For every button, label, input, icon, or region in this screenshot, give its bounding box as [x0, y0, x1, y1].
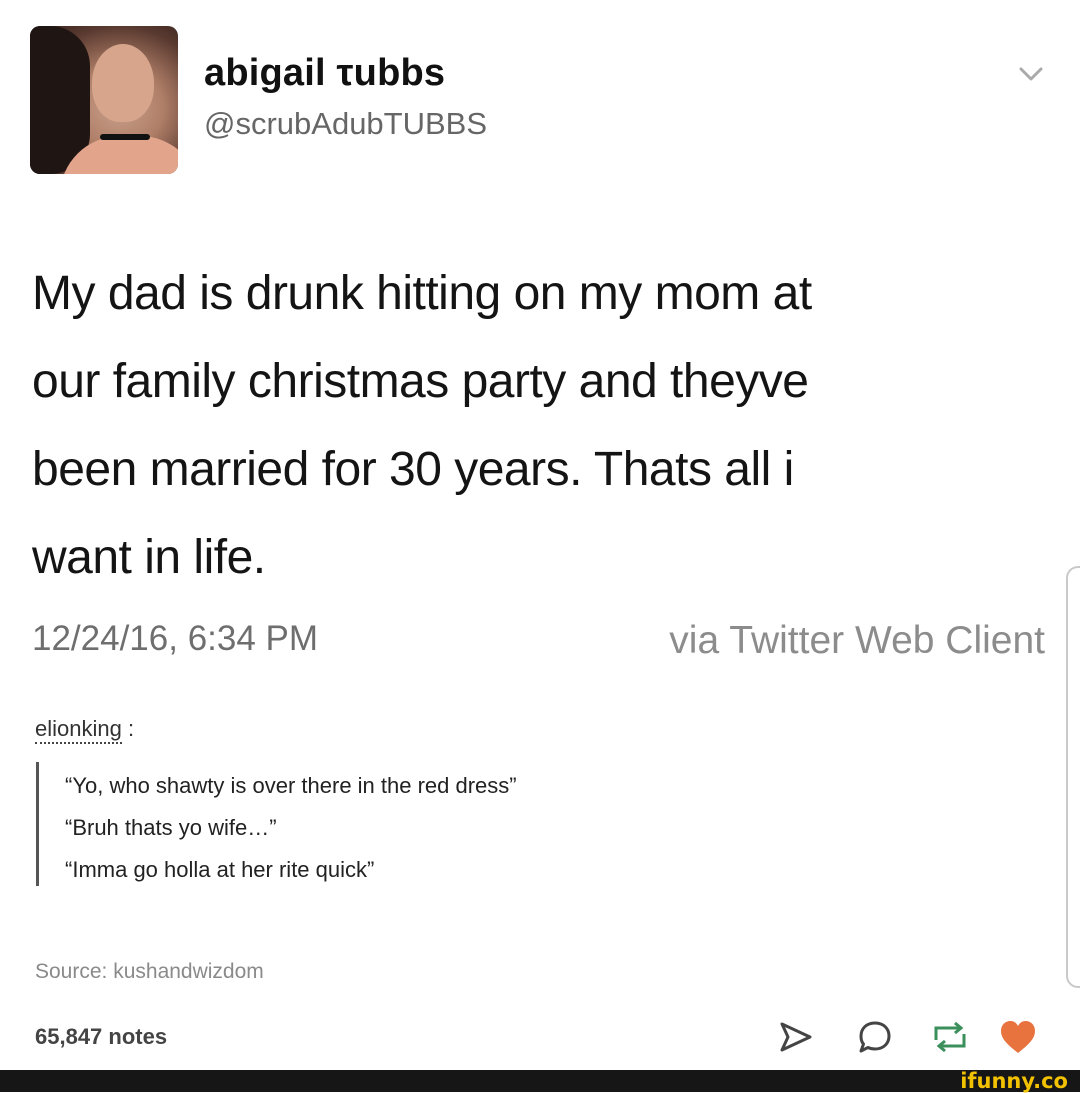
ifunny-watermark: ifunny.co	[960, 1069, 1068, 1093]
avatar-face	[92, 44, 154, 122]
quote-line: “Imma go holla at her rite quick”	[65, 857, 375, 882]
heart-icon[interactable]	[998, 1018, 1038, 1056]
reblog-icon[interactable]	[930, 1018, 970, 1056]
tweet-text-line: My dad is drunk hitting on my mom at	[32, 267, 812, 320]
tweet-text-line: our family christmas party and theyve	[32, 355, 809, 408]
display-name[interactable]: abigail τubbs	[204, 52, 445, 95]
user-handle[interactable]: @scrubAdubTUBBS	[204, 106, 487, 142]
notes-count[interactable]: 65,847 notes	[35, 1024, 167, 1050]
watermark-bar	[0, 1070, 1080, 1092]
tweet-text-line: want in life.	[32, 531, 266, 584]
quote-line: “Bruh thats yo wife…”	[65, 815, 277, 840]
tweet-timestamp[interactable]: 12/24/16, 6:34 PM	[32, 619, 318, 659]
avatar-choker	[100, 134, 150, 140]
reply-icon[interactable]	[855, 1018, 895, 1056]
side-card-edge	[1066, 566, 1080, 988]
avatar[interactable]	[30, 26, 178, 174]
tweet-text: My dad is drunk hitting on my mom at our…	[32, 250, 1032, 602]
source-link[interactable]: Source: kushandwizdom	[35, 960, 264, 984]
chevron-down-icon[interactable]	[1016, 62, 1046, 86]
reblogger-colon: :	[127, 716, 135, 741]
reblogger: elionking :	[35, 716, 135, 744]
tweet-via-client: via Twitter Web Client	[669, 619, 1045, 662]
share-icon[interactable]	[776, 1018, 816, 1056]
quote-line: “Yo, who shawty is over there in the red…	[65, 773, 517, 798]
tweet-text-line: been married for 30 years. Thats all i	[32, 443, 794, 496]
reblogger-link[interactable]: elionking	[35, 716, 122, 744]
quote-bar	[36, 762, 39, 886]
